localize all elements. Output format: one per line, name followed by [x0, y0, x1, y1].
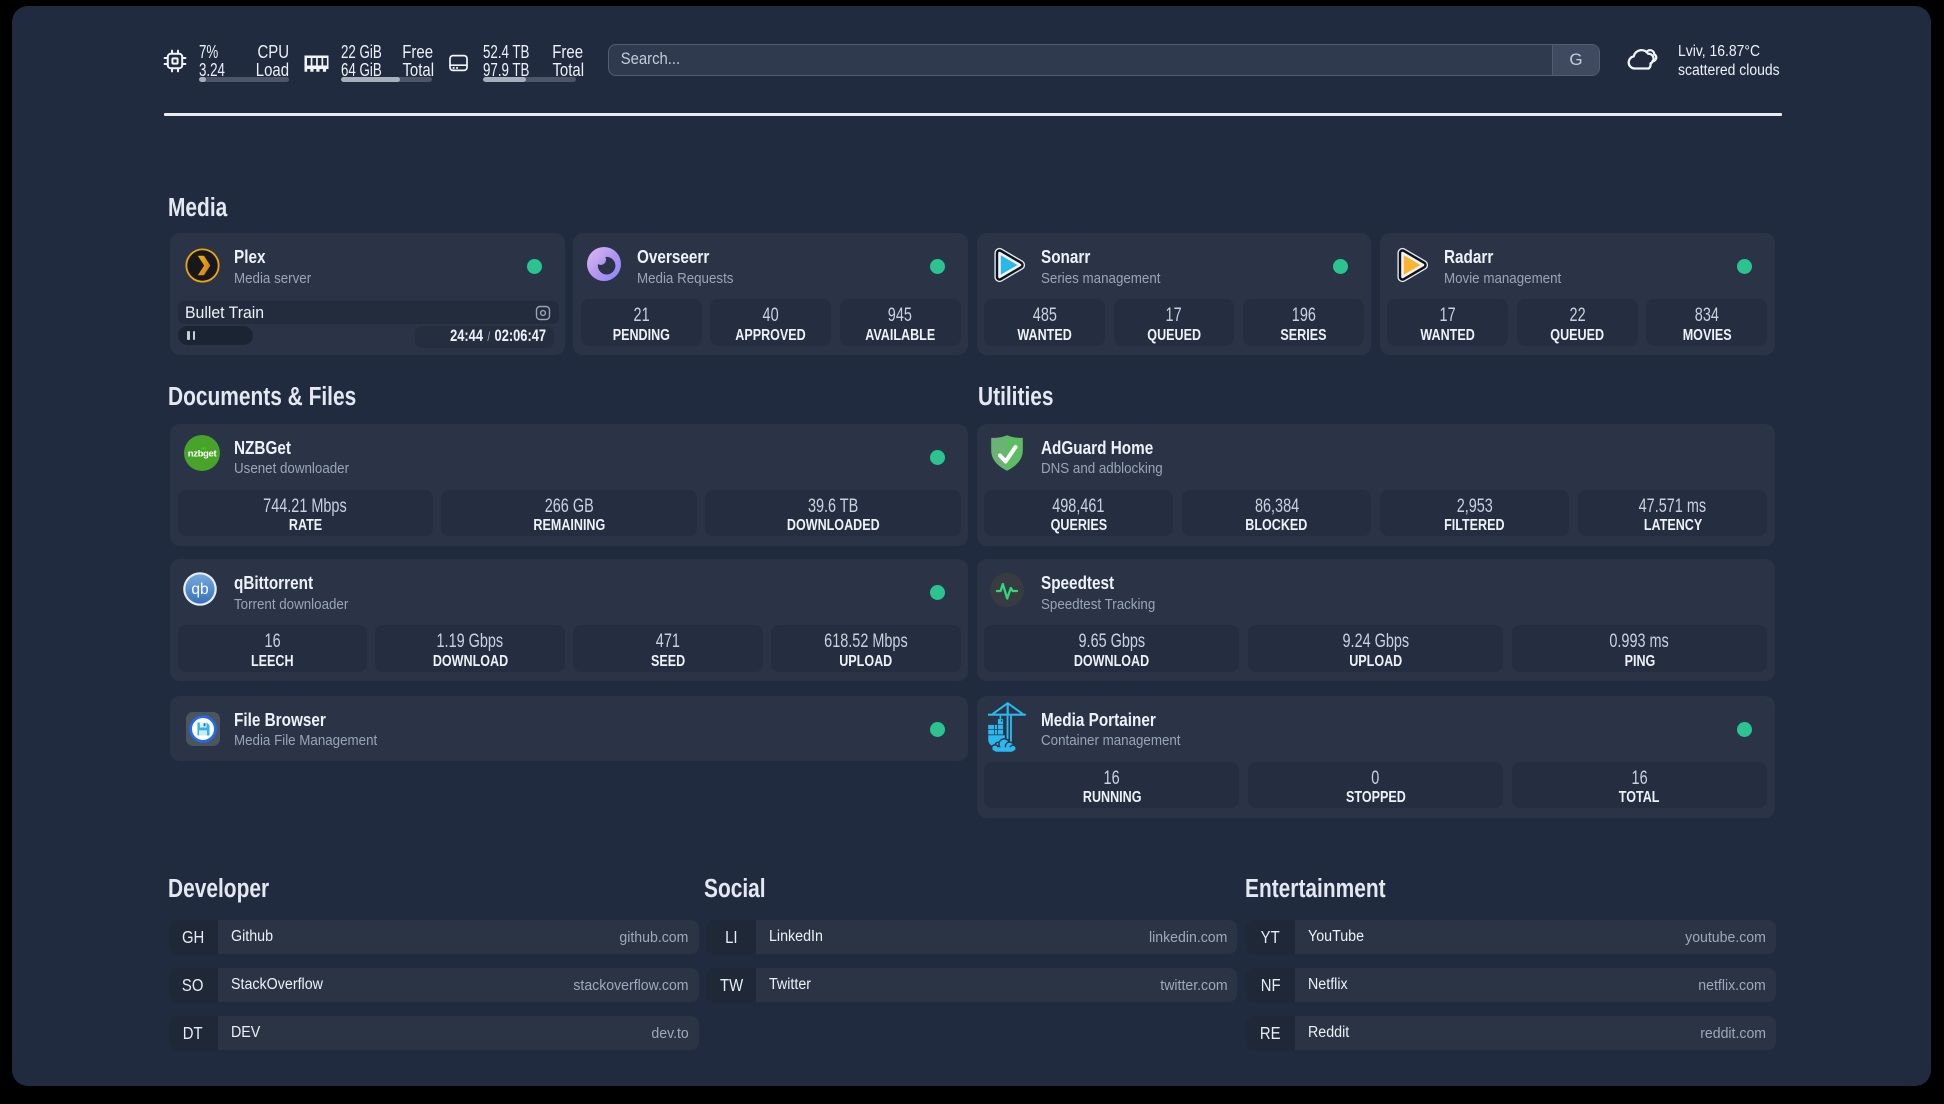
svg-text:qb: qb	[191, 581, 208, 598]
svg-text:nzbget: nzbget	[188, 448, 218, 459]
